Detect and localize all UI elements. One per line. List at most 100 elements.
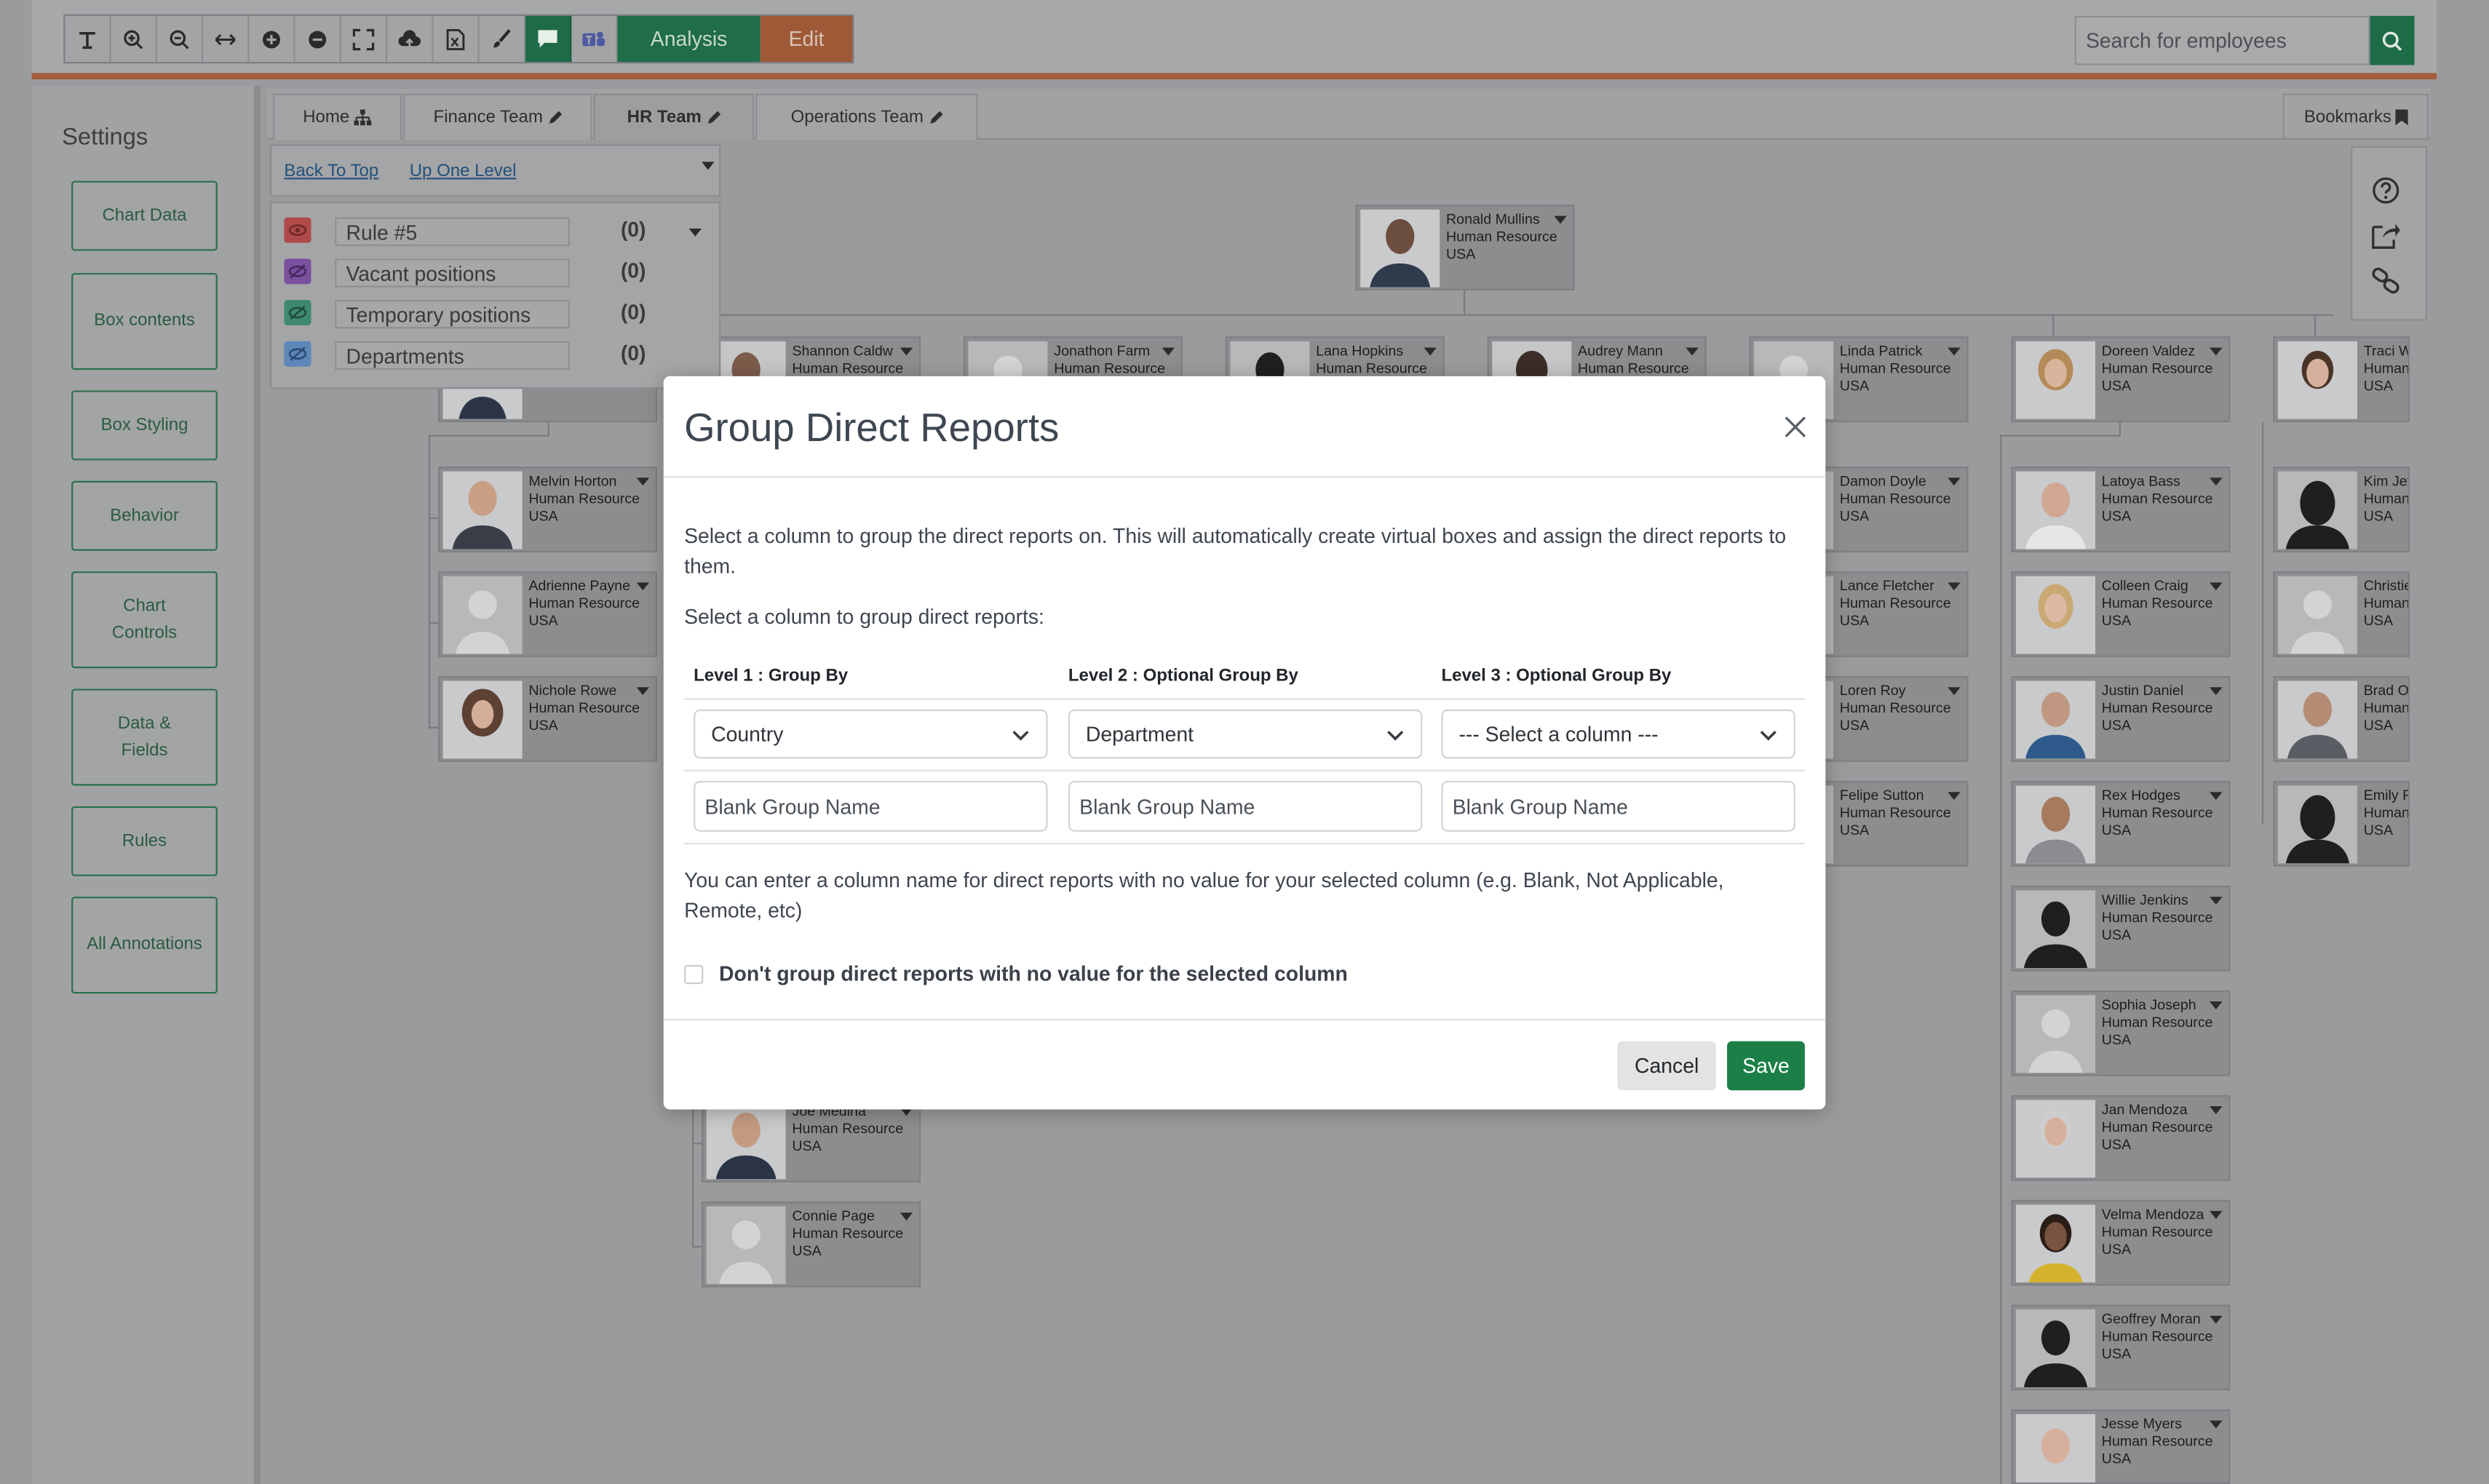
share-icon[interactable] [2372, 221, 2402, 249]
card-menu-caret[interactable] [2210, 687, 2223, 696]
excel-export-icon[interactable] [433, 15, 480, 63]
legend-row[interactable]: Temporary positions (0) [281, 298, 710, 330]
card-menu-caret[interactable] [1948, 792, 1961, 801]
level-1-select[interactable]: Country [694, 709, 1048, 759]
collapse-all-icon[interactable] [295, 15, 341, 63]
card-menu-caret[interactable] [1948, 347, 1961, 356]
teams-icon[interactable] [571, 15, 618, 63]
employee-card[interactable]: Traci W Human USA [2273, 336, 2410, 423]
breadcrumb-dropdown-caret[interactable] [702, 162, 715, 170]
card-menu-caret[interactable] [1948, 582, 1961, 591]
card-menu-caret[interactable] [2210, 582, 2223, 591]
fullscreen-icon[interactable] [341, 15, 388, 63]
level-2-blank-group-name-input[interactable] [1068, 780, 1423, 832]
data-fields-button[interactable]: Data & Fields [71, 689, 218, 786]
box-contents-button[interactable]: Box contents [71, 273, 218, 370]
paint-brush-icon[interactable] [480, 15, 525, 63]
card-menu-caret[interactable] [2210, 1420, 2223, 1429]
card-menu-caret[interactable] [2210, 1001, 2223, 1009]
card-menu-caret[interactable] [1554, 215, 1567, 224]
employee-card[interactable]: Velma Mendoza Human Resources USA [2011, 1199, 2231, 1286]
zoom-out-icon[interactable] [157, 15, 204, 63]
rules-button[interactable]: Rules [71, 806, 218, 876]
employee-card[interactable]: Latoya Bass Human Resources USA [2011, 467, 2231, 552]
analysis-tab[interactable]: Analysis [617, 15, 761, 63]
no-value-checkbox-label[interactable]: Don't group direct reports with no value… [719, 962, 1348, 986]
card-menu-caret[interactable] [1162, 347, 1175, 356]
employee-card[interactable]: Justin Daniel Human Resources USA [2011, 675, 2231, 762]
edit-tab[interactable]: Edit [760, 15, 853, 63]
employee-card[interactable]: Sophia Joseph Human Resources USA [2011, 990, 2231, 1076]
employee-card[interactable]: Geoffrey Moran Human Resources USA [2011, 1304, 2231, 1391]
box-styling-button[interactable]: Box Styling [71, 390, 218, 461]
employee-card[interactable]: Joe Medina Human Resources USA [702, 1096, 921, 1183]
level-1-blank-group-name-input[interactable] [694, 780, 1048, 832]
card-menu-caret[interactable] [636, 687, 650, 696]
employee-card[interactable]: Nichole Rowe Human Resources USA [437, 675, 657, 762]
level-2-select[interactable]: Department [1068, 709, 1423, 759]
help-icon[interactable] [2372, 176, 2400, 205]
eye-slash-icon[interactable] [284, 258, 311, 285]
legend-dropdown-caret[interactable] [688, 229, 702, 237]
employee-card[interactable]: Jan Mendoza Human Resources USA [2011, 1095, 2231, 1181]
no-value-checkbox[interactable] [684, 964, 704, 985]
link-icon[interactable] [2372, 266, 2402, 295]
level-3-blank-group-name-input[interactable] [1441, 780, 1795, 832]
employee-card[interactable]: Jesse Myers Human Resources USA [2011, 1409, 2231, 1484]
employee-card[interactable]: Colleen Craig Human Resources USA [2011, 571, 2231, 657]
cloud-upload-icon[interactable] [387, 15, 434, 63]
card-menu-caret[interactable] [1424, 347, 1437, 356]
bookmarks-button[interactable]: Bookmarks [2282, 93, 2429, 140]
up-one-level-link[interactable]: Up One Level [410, 162, 517, 180]
save-button[interactable]: Save [1727, 1041, 1805, 1091]
employee-card[interactable]: Emily F Human USA [2273, 780, 2410, 867]
employee-card[interactable]: Connie Page Human Resources USA [702, 1201, 921, 1287]
card-menu-caret[interactable] [900, 1213, 913, 1221]
employee-card[interactable]: Brad O Human USA [2273, 675, 2410, 762]
text-tool-icon[interactable] [65, 15, 111, 63]
card-menu-caret[interactable] [2210, 347, 2223, 356]
card-menu-caret[interactable] [2210, 1210, 2223, 1219]
employee-card[interactable]: Kim Jef Human USA [2273, 467, 2410, 552]
legend-row[interactable]: Vacant positions (0) [281, 257, 710, 289]
card-menu-caret[interactable] [636, 477, 650, 486]
employee-card[interactable]: Melvin Horton Human Resources USA [437, 467, 657, 552]
employee-card[interactable]: Doreen Valdez Human Resources USA [2011, 336, 2231, 423]
search-input[interactable] [2074, 15, 2370, 66]
legend-row[interactable]: Departments (0) [281, 340, 710, 372]
card-menu-caret[interactable] [1948, 477, 1961, 486]
close-button[interactable] [1779, 411, 1811, 443]
legend-row[interactable]: Rule #5 (0) [281, 216, 710, 248]
eye-icon[interactable] [284, 217, 311, 243]
chart-controls-button[interactable]: Chart Controls [71, 571, 218, 669]
fit-width-icon[interactable] [203, 15, 250, 63]
back-to-top-link[interactable]: Back To Top [284, 162, 378, 180]
behavior-button[interactable]: Behavior [71, 480, 218, 551]
card-menu-caret[interactable] [1686, 347, 1699, 356]
card-menu-caret[interactable] [900, 347, 913, 356]
eye-slash-icon[interactable] [284, 341, 311, 367]
all-annotations-button[interactable]: All Annotations [71, 897, 218, 994]
card-menu-caret[interactable] [1948, 687, 1961, 696]
employee-card[interactable]: Christie Human USA [2273, 571, 2410, 657]
card-menu-caret[interactable] [636, 582, 650, 591]
employee-card[interactable]: Willie Jenkins Human Resources USA [2011, 885, 2231, 972]
employee-card[interactable]: Ronald Mullins Human Resources USA [1355, 205, 1575, 291]
card-menu-caret[interactable] [2210, 477, 2223, 486]
card-menu-caret[interactable] [2210, 792, 2223, 801]
employee-card[interactable]: Adrienne Payne Human Resources USA [437, 571, 657, 657]
comment-icon[interactable] [525, 15, 572, 63]
employee-card[interactable]: Rex Hodges Human Resources USA [2011, 780, 2231, 867]
tab-operations-team[interactable]: Operations Team [755, 93, 978, 140]
cancel-button[interactable]: Cancel [1617, 1041, 1716, 1091]
zoom-in-icon[interactable] [111, 15, 157, 63]
tab-hr-team[interactable]: HR Team [593, 93, 755, 140]
level-3-select[interactable]: --- Select a column --- [1441, 709, 1795, 759]
search-button[interactable] [2370, 15, 2415, 66]
expand-all-icon[interactable] [249, 15, 295, 63]
eye-slash-icon[interactable] [284, 300, 311, 326]
chart-data-button[interactable]: Chart Data [71, 180, 218, 251]
card-menu-caret[interactable] [2210, 1106, 2223, 1114]
card-menu-caret[interactable] [2210, 1315, 2223, 1324]
tab-home[interactable]: Home [273, 93, 402, 140]
